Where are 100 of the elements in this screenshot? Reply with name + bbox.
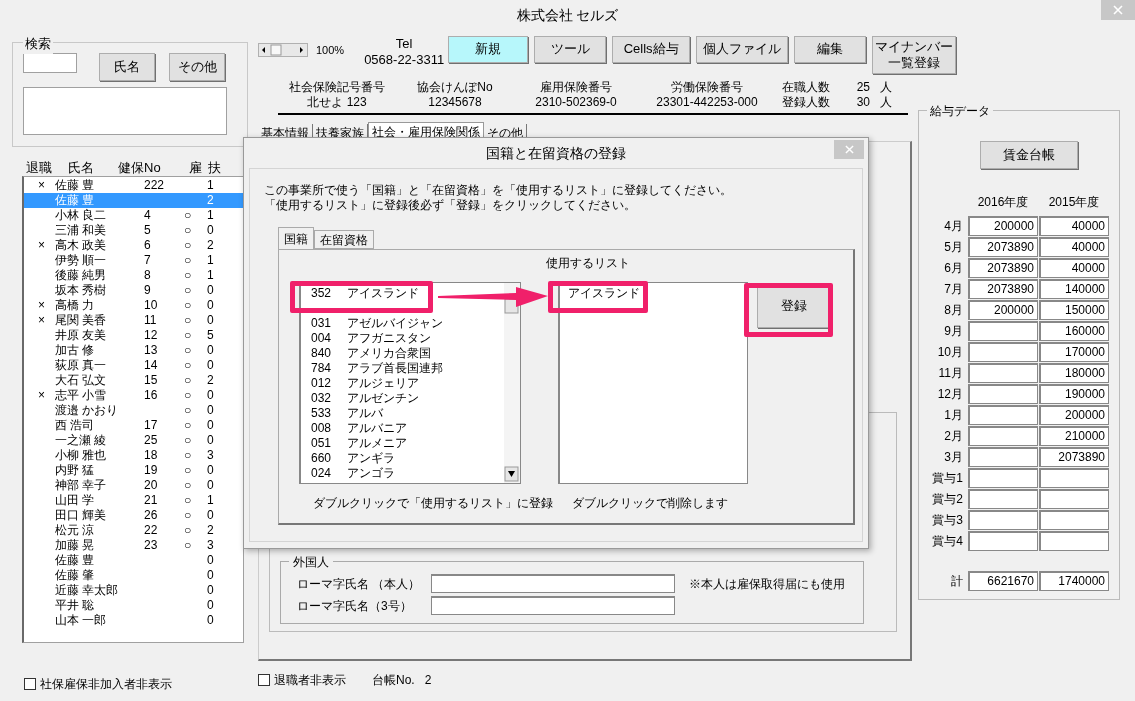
dependent-count: 0 <box>207 613 214 628</box>
country-code: 784 <box>311 361 333 376</box>
list-row[interactable]: × 尾関 美香 11 ○ 0 <box>24 313 243 328</box>
insurance-number: 14 <box>144 358 158 373</box>
employee-name: 佐藤 豊 <box>55 178 95 193</box>
insurance-number: 16 <box>144 388 158 403</box>
tab[interactable]: 国籍 <box>278 227 314 249</box>
list-row[interactable]: 佐藤 肇 0 <box>24 568 243 583</box>
insurance-number: 9 <box>144 283 151 298</box>
amount-cell: 140000 <box>1039 279 1109 299</box>
list-row[interactable]: × 高木 政美 6 ○ 2 <box>24 238 243 253</box>
list-row[interactable]: 内野 猛 19 ○ 0 <box>24 463 243 478</box>
list-row[interactable]: 伊勢 順一 7 ○ 1 <box>24 253 243 268</box>
checkbox[interactable] <box>24 678 36 690</box>
country-name: アルバニア <box>347 421 407 436</box>
ledger-button[interactable]: 賃金台帳 <box>980 141 1078 169</box>
dependent-count: 0 <box>207 343 214 358</box>
list-row[interactable]: 平井 聡 0 <box>24 598 243 613</box>
toolbar-button[interactable]: 個人ファイル <box>696 36 789 63</box>
country-code: 031 <box>311 316 333 331</box>
country-code: 024 <box>311 466 333 481</box>
employee-name: 佐藤 豊 <box>55 553 95 568</box>
list-row[interactable]: 佐藤 豊 0 <box>24 553 243 568</box>
list-row[interactable]: 井原 友美 12 ○ 5 <box>24 328 243 343</box>
toolbar-button[interactable]: 編集 <box>794 36 867 63</box>
column-header: 雇 <box>189 159 202 177</box>
search-field[interactable] <box>23 53 77 73</box>
country-code: 008 <box>311 421 333 436</box>
list-row[interactable]: 大石 弘文 15 ○ 2 <box>24 373 243 388</box>
list-row[interactable]: 坂本 秀樹 9 ○ 0 <box>24 283 243 298</box>
amount-cell: 1740000 <box>1039 571 1109 591</box>
list-row[interactable]: × 佐藤 豊 222 1 <box>24 178 243 193</box>
country-code: 004 <box>311 331 333 346</box>
amount-cell: 200000 <box>968 300 1038 320</box>
search-button[interactable]: その他 <box>169 53 225 81</box>
text-field[interactable] <box>431 574 675 593</box>
search-button[interactable]: 氏名 <box>99 53 155 81</box>
employee-name: 荻原 真一 <box>55 358 107 373</box>
list-row[interactable]: 田口 輝美 26 ○ 0 <box>24 508 243 523</box>
insurance-number: 17 <box>144 418 158 433</box>
employee-name: 高木 政美 <box>55 238 107 253</box>
scrollbar[interactable] <box>504 283 520 483</box>
list-row[interactable]: 加古 修 13 ○ 0 <box>24 343 243 358</box>
list-row[interactable]: 西 浩司 17 ○ 0 <box>24 418 243 433</box>
instruction-text: 「使用するリスト」に登録後必ず「登録」をクリックしてください。 <box>264 198 637 213</box>
employee-name: 一之瀬 綾 <box>55 433 107 448</box>
employment-mark: ○ <box>184 388 192 403</box>
dependent-count: 1 <box>207 253 214 268</box>
dependent-count: 0 <box>207 388 214 403</box>
list-row[interactable]: 加藤 晃 23 ○ 3 <box>24 538 243 553</box>
amount-cell: 6621670 <box>968 571 1038 591</box>
zoom-scrollbar[interactable] <box>258 43 308 58</box>
list-row[interactable]: 山田 学 21 ○ 1 <box>24 493 243 508</box>
group-title: 給与データ <box>927 102 993 120</box>
amount-cell <box>968 321 1038 341</box>
field-label: 協会けんぽNo <box>417 80 493 95</box>
toolbar-button[interactable]: ツール <box>534 36 607 63</box>
count-label: 登録人数 <box>782 95 831 110</box>
list-row[interactable]: 山本 一郎 0 <box>24 613 243 628</box>
list-row[interactable]: 三浦 和美 5 ○ 0 <box>24 223 243 238</box>
dependent-count: 1 <box>207 493 214 508</box>
insurance-number: 11 <box>144 313 157 328</box>
month-label: 5月 <box>943 239 964 256</box>
toolbar-button[interactable]: マイナンバー一覧登録 <box>872 36 957 74</box>
toolbar-button[interactable]: 新規 <box>448 36 529 63</box>
tab[interactable]: 在留資格 <box>314 230 374 249</box>
dependent-count: 0 <box>207 463 214 478</box>
dependent-count: 0 <box>207 403 214 418</box>
column-header: 退職 <box>26 159 52 177</box>
toolbar-button[interactable]: Cells給与 <box>612 36 691 63</box>
month-label: 4月 <box>943 218 964 235</box>
amount-cell <box>968 342 1038 362</box>
list-row[interactable]: 小林 良二 4 ○ 1 <box>24 208 243 223</box>
employee-name: 大石 弘文 <box>55 373 107 388</box>
list-row[interactable]: × 高橋 力 10 ○ 0 <box>24 298 243 313</box>
insurance-number: 13 <box>144 343 158 358</box>
list-row[interactable]: 松元 涼 22 ○ 2 <box>24 523 243 538</box>
list-row[interactable]: 近藤 幸太郎 0 <box>24 583 243 598</box>
month-label: 10月 <box>936 344 964 361</box>
insurance-number: 10 <box>144 298 158 313</box>
count-value: 25 <box>855 80 870 95</box>
list-row[interactable]: 小柳 雅也 18 ○ 3 <box>24 448 243 463</box>
employment-mark: ○ <box>184 253 192 268</box>
list-row[interactable]: 後藤 純男 8 ○ 1 <box>24 268 243 283</box>
list-row[interactable]: 渡邉 かおり ○ 0 <box>24 403 243 418</box>
list-row[interactable]: 神部 幸子 20 ○ 0 <box>24 478 243 493</box>
employment-mark: ○ <box>184 208 192 223</box>
insurance-number: 26 <box>144 508 158 523</box>
country-name: アンゴラ <box>347 466 395 481</box>
insurance-number: 4 <box>144 208 151 223</box>
list-row[interactable]: 荻原 真一 14 ○ 0 <box>24 358 243 373</box>
amount-cell <box>968 489 1038 509</box>
amount-cell: 200000 <box>968 216 1038 236</box>
dependent-count: 0 <box>207 358 214 373</box>
text-field[interactable] <box>431 596 675 615</box>
insurance-number: 18 <box>144 448 158 463</box>
dependent-count: 0 <box>207 283 214 298</box>
list-row[interactable]: 一之瀬 綾 25 ○ 0 <box>24 433 243 448</box>
list-row[interactable]: × 志平 小雪 16 ○ 0 <box>24 388 243 403</box>
checkbox[interactable] <box>258 674 270 686</box>
